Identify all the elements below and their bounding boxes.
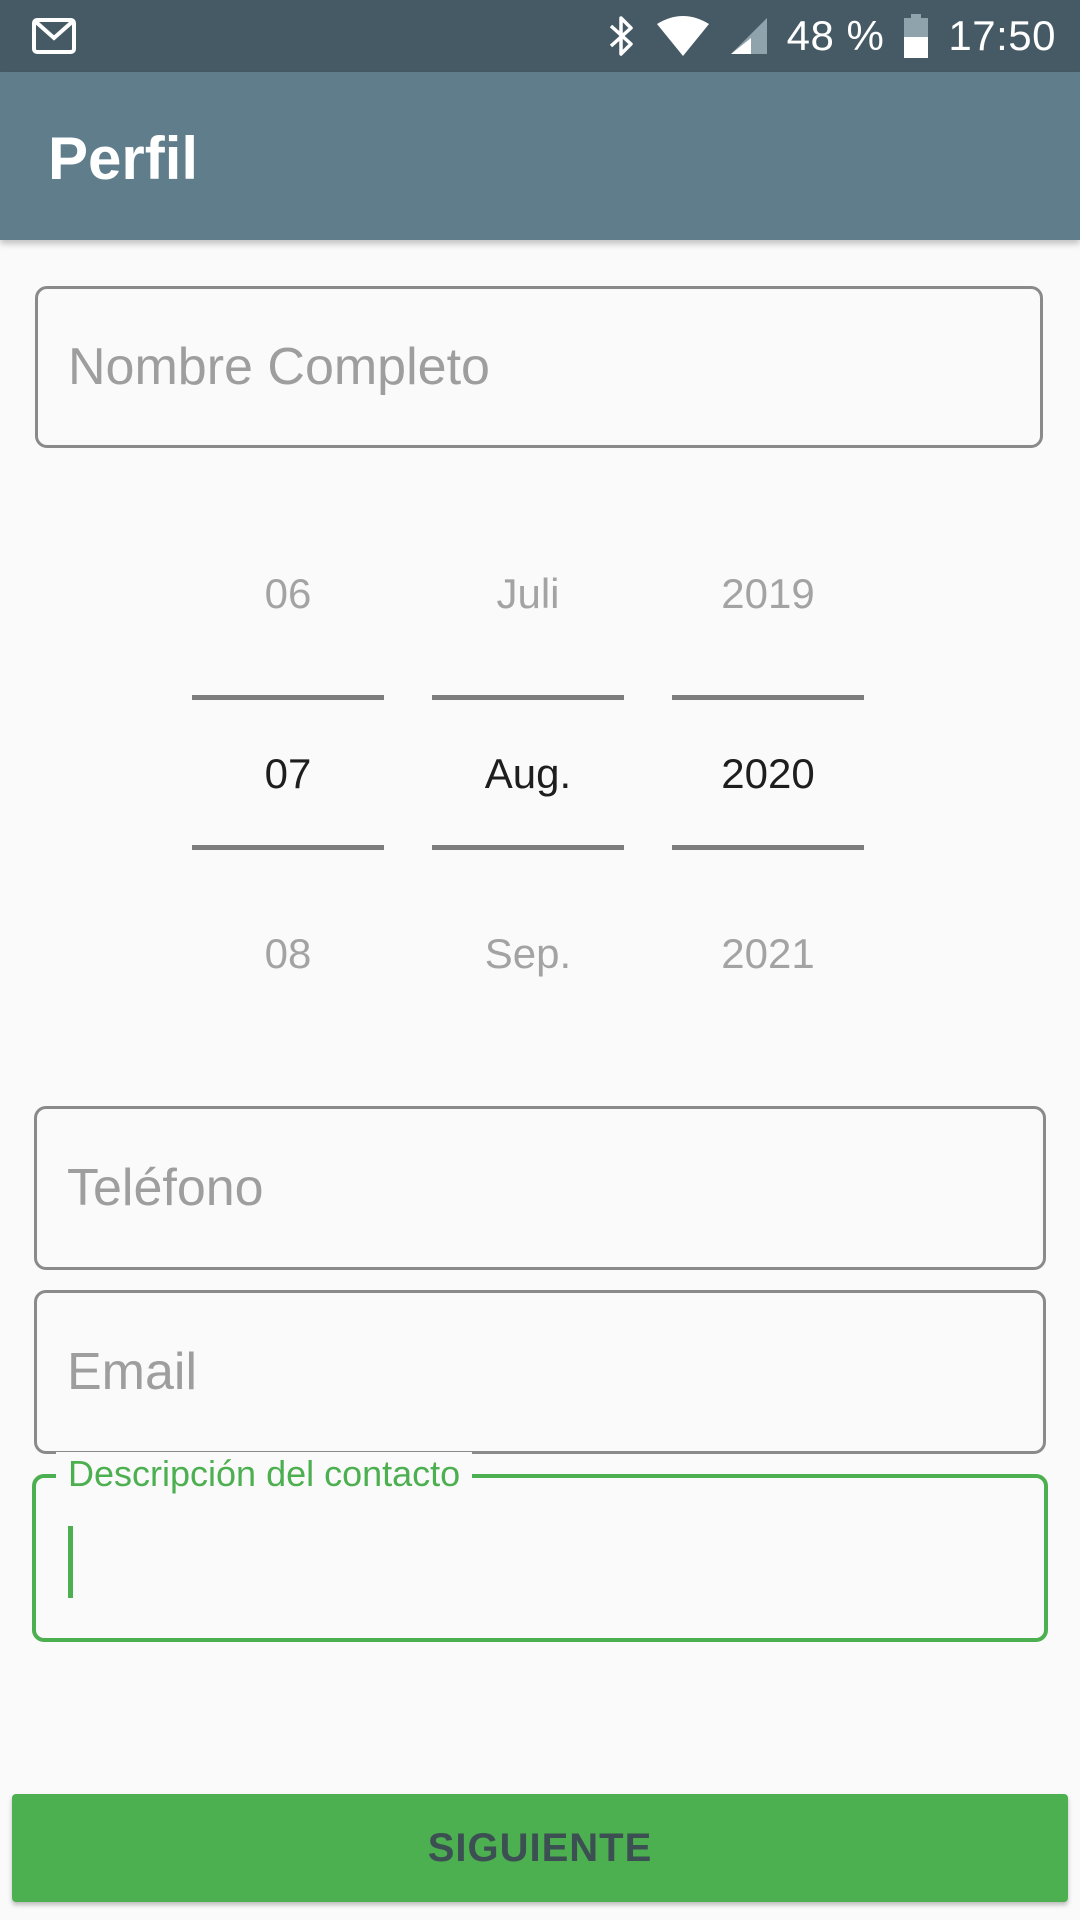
clock: 17:50: [948, 12, 1056, 59]
month-divider-top: [432, 695, 624, 700]
phone-input[interactable]: Teléfono: [34, 1106, 1046, 1270]
contact-description-input[interactable]: Descripción del contacto: [32, 1452, 1048, 1642]
full-name-input[interactable]: Nombre Completo: [35, 286, 1043, 448]
year-next-option[interactable]: 2021: [672, 930, 864, 978]
month-next-option[interactable]: Sep.: [432, 930, 624, 978]
text-cursor: [68, 1526, 73, 1598]
app-bar: Perfil: [0, 72, 1080, 240]
contact-description-label: Descripción del contacto: [56, 1452, 473, 1496]
day-divider-bottom: [192, 845, 384, 850]
email-input[interactable]: Email: [34, 1290, 1046, 1454]
status-bar: 48 % 17:50: [0, 0, 1080, 72]
battery-icon: [902, 13, 930, 59]
month-selected[interactable]: Aug.: [432, 750, 624, 798]
day-prev-option[interactable]: 06: [192, 570, 384, 618]
full-name-placeholder: Nombre Completo: [68, 338, 490, 396]
year-prev-option[interactable]: 2019: [672, 570, 864, 618]
day-divider-top: [192, 695, 384, 700]
year-divider-top: [672, 695, 864, 700]
phone-placeholder: Teléfono: [67, 1159, 264, 1217]
bluetooth-icon: [607, 14, 637, 58]
next-button[interactable]: SIGUIENTE: [12, 1794, 1068, 1902]
year-divider-bottom: [672, 845, 864, 850]
month-picker[interactable]: Juli Aug. Sep.: [432, 540, 624, 1010]
email-placeholder: Email: [67, 1343, 198, 1401]
day-selected[interactable]: 07: [192, 750, 384, 798]
signal-icon: [729, 16, 769, 56]
status-icons: 48 % 17:50: [607, 0, 1056, 72]
wifi-icon: [655, 14, 711, 58]
month-divider-bottom: [432, 845, 624, 850]
year-picker[interactable]: 2019 2020 2021: [672, 540, 864, 1010]
gmail-icon: [32, 18, 76, 54]
battery-percent: 48 %: [786, 12, 885, 59]
page-title: Perfil: [48, 125, 199, 192]
day-picker[interactable]: 06 07 08: [192, 540, 384, 1010]
year-selected[interactable]: 2020: [672, 750, 864, 798]
day-next-option[interactable]: 08: [192, 930, 384, 978]
month-prev-option[interactable]: Juli: [432, 570, 624, 618]
